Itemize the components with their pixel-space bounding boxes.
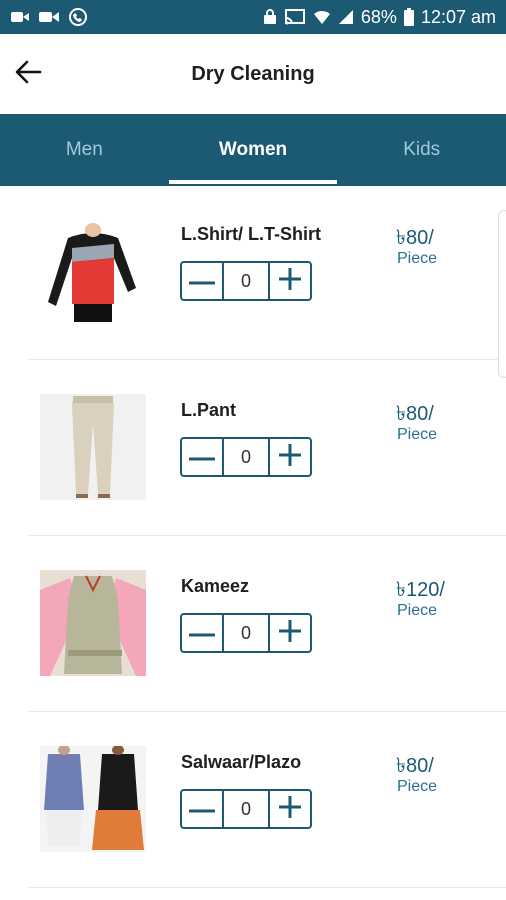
increase-button[interactable]	[268, 261, 312, 301]
women-pant-image	[40, 394, 146, 500]
tab-kids[interactable]: Kids	[337, 114, 506, 186]
divider	[28, 887, 506, 888]
quantity-value[interactable]: 0	[224, 437, 268, 477]
tab-label: Men	[65, 139, 103, 160]
battery-icon	[403, 8, 414, 26]
quantity-value[interactable]: 0	[224, 261, 268, 301]
list-item: L.Pant 0 ৳80/ Piece	[0, 362, 506, 538]
cast-icon	[284, 9, 306, 25]
minus-icon	[189, 624, 215, 642]
status-left-icons	[10, 7, 88, 27]
divider	[28, 535, 506, 536]
page-title: Dry Cleaning	[191, 62, 315, 85]
increase-button[interactable]	[268, 789, 312, 829]
plus-icon	[279, 619, 301, 647]
item-name: L.Shirt/ L.T-Shirt	[181, 224, 321, 244]
lock-icon	[263, 9, 277, 25]
phone-icon	[68, 7, 88, 27]
clock: 12:07 am	[420, 6, 496, 27]
wifi-icon	[313, 9, 331, 25]
quantity-stepper: 0	[180, 789, 312, 829]
plus-icon	[279, 443, 301, 471]
tab-active-indicator	[168, 180, 338, 184]
video-icon	[10, 10, 30, 24]
list-item: L.Shirt/ L.T-Shirt 0 ৳80/ Piece	[0, 186, 506, 362]
minus-icon	[189, 448, 215, 466]
back-button[interactable]	[8, 54, 48, 94]
minus-icon	[189, 272, 215, 290]
item-unit: Piece	[397, 426, 438, 443]
divider	[28, 359, 506, 360]
minus-icon	[189, 800, 215, 818]
quantity-value[interactable]: 0	[224, 789, 268, 829]
quantity-stepper: 0	[180, 261, 312, 301]
salwaar-image	[40, 746, 146, 852]
status-bar: 68% 12:07 am	[0, 0, 506, 34]
list-item: Salwaar/Plazo 0 ৳80/ Piece	[0, 714, 506, 890]
tab-women[interactable]: Women	[168, 114, 338, 186]
item-name: L.Pant	[181, 400, 237, 420]
increase-button[interactable]	[268, 613, 312, 653]
item-unit: Piece	[397, 778, 438, 795]
item-name: Kameez	[181, 576, 250, 596]
decrease-button[interactable]	[180, 437, 224, 477]
item-unit: Piece	[397, 250, 438, 267]
kameez-image	[40, 570, 146, 676]
plus-icon	[279, 267, 301, 295]
tab-label: Women	[218, 139, 288, 160]
quantity-stepper: 0	[180, 437, 312, 477]
women-shirt-image	[40, 218, 146, 324]
tab-men[interactable]: Men	[0, 114, 169, 186]
decrease-button[interactable]	[180, 613, 224, 653]
side-scroll-handle[interactable]	[498, 210, 506, 378]
tab-bar: Men Women Kids	[0, 114, 506, 186]
signal-icon	[338, 9, 354, 25]
item-unit: Piece	[397, 602, 438, 619]
item-name: Salwaar/Plazo	[181, 752, 302, 772]
camera-icon	[38, 10, 60, 24]
status-right-icons: 68% 12:07 am	[263, 7, 496, 28]
tab-label: Kids	[403, 139, 441, 160]
app-bar: Dry Cleaning	[0, 34, 506, 114]
divider	[28, 711, 506, 712]
battery-percent: 68%	[360, 6, 397, 27]
list-item: Kameez 0 ৳120/ Piece	[0, 538, 506, 714]
plus-icon	[279, 795, 301, 823]
item-list: L.Shirt/ L.T-Shirt 0 ৳80/ Piece L.Pant 0…	[0, 186, 506, 890]
quantity-stepper: 0	[180, 613, 312, 653]
decrease-button[interactable]	[180, 789, 224, 829]
decrease-button[interactable]	[180, 261, 224, 301]
quantity-value[interactable]: 0	[224, 613, 268, 653]
increase-button[interactable]	[268, 437, 312, 477]
arrow-left-icon	[13, 57, 43, 92]
